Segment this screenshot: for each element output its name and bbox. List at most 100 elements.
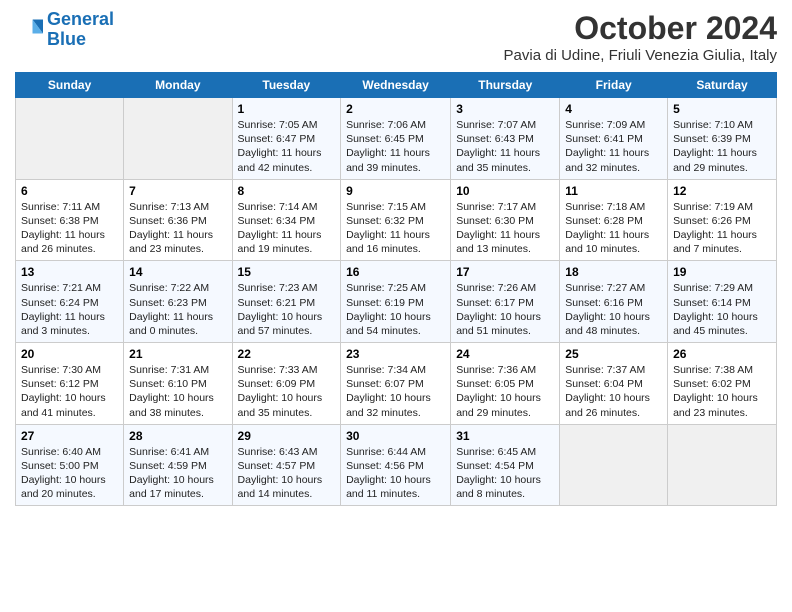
calendar-week-row: 6 Sunrise: 7:11 AM Sunset: 6:38 PM Daylig… — [16, 179, 777, 261]
month-title: October 2024 — [504, 10, 777, 47]
calendar-cell: 24 Sunrise: 7:36 AM Sunset: 6:05 PM Dayli… — [451, 343, 560, 425]
day-number: 6 — [21, 184, 118, 198]
weekday-header: Friday — [560, 73, 668, 98]
day-number: 28 — [129, 429, 226, 443]
cell-details: Sunrise: 7:30 AM Sunset: 6:12 PM Dayligh… — [21, 363, 118, 420]
day-number: 13 — [21, 265, 118, 279]
logo-general: General — [47, 9, 114, 29]
cell-details: Sunrise: 7:17 AM Sunset: 6:30 PM Dayligh… — [456, 200, 554, 257]
day-number: 23 — [346, 347, 445, 361]
day-number: 22 — [238, 347, 336, 361]
calendar-cell: 21Sunrise: 7:31 AM Sunset: 6:10 PM Dayli… — [124, 343, 232, 425]
calendar-cell: 12 Sunrise: 7:19 AM Sunset: 6:26 PM Dayli… — [668, 179, 777, 261]
cell-details: Sunrise: 7:22 AM Sunset: 6:23 PM Dayligh… — [129, 281, 226, 338]
calendar-cell: 31 Sunrise: 6:45 AM Sunset: 4:54 PM Dayli… — [451, 424, 560, 506]
calendar-cell: 28 Sunrise: 6:41 AM Sunset: 4:59 PM Dayli… — [124, 424, 232, 506]
calendar-cell: 15Sunrise: 7:23 AM Sunset: 6:21 PM Dayli… — [232, 261, 341, 343]
title-block: October 2024 Pavia di Udine, Friuli Vene… — [504, 10, 777, 64]
cell-details: Sunrise: 7:26 AM Sunset: 6:17 PM Dayligh… — [456, 281, 554, 338]
cell-details: Sunrise: 7:07 AM Sunset: 6:43 PM Dayligh… — [456, 118, 554, 175]
day-number: 29 — [238, 429, 336, 443]
calendar-cell: 1 Sunrise: 7:05 AM Sunset: 6:47 PM Daylig… — [232, 98, 341, 180]
location: Pavia di Udine, Friuli Venezia Giulia, I… — [504, 47, 777, 64]
calendar-cell: 10 Sunrise: 7:17 AM Sunset: 6:30 PM Dayli… — [451, 179, 560, 261]
calendar-cell — [124, 98, 232, 180]
cell-details: Sunrise: 7:34 AM Sunset: 6:07 PM Dayligh… — [346, 363, 445, 420]
cell-details: Sunrise: 7:19 AM Sunset: 6:26 PM Dayligh… — [673, 200, 771, 257]
calendar-cell: 29 Sunrise: 6:43 AM Sunset: 4:57 PM Dayli… — [232, 424, 341, 506]
calendar-cell: 8Sunrise: 7:14 AM Sunset: 6:34 PM Daylig… — [232, 179, 341, 261]
day-number: 31 — [456, 429, 554, 443]
day-number: 26 — [673, 347, 771, 361]
day-number: 17 — [456, 265, 554, 279]
calendar-cell: 6 Sunrise: 7:11 AM Sunset: 6:38 PM Daylig… — [16, 179, 124, 261]
day-number: 7 — [129, 184, 226, 198]
weekday-header: Saturday — [668, 73, 777, 98]
day-number: 21 — [129, 347, 226, 361]
day-number: 27 — [21, 429, 118, 443]
cell-details: Sunrise: 7:18 AM Sunset: 6:28 PM Dayligh… — [565, 200, 662, 257]
cell-details: Sunrise: 7:25 AM Sunset: 6:19 PM Dayligh… — [346, 281, 445, 338]
day-number: 10 — [456, 184, 554, 198]
day-number: 24 — [456, 347, 554, 361]
cell-details: Sunrise: 7:23 AM Sunset: 6:21 PM Dayligh… — [238, 281, 336, 338]
calendar-cell — [16, 98, 124, 180]
calendar-cell: 26 Sunrise: 7:38 AM Sunset: 6:02 PM Dayli… — [668, 343, 777, 425]
calendar-cell: 9 Sunrise: 7:15 AM Sunset: 6:32 PM Daylig… — [341, 179, 451, 261]
day-number: 18 — [565, 265, 662, 279]
cell-details: Sunrise: 7:37 AM Sunset: 6:04 PM Dayligh… — [565, 363, 662, 420]
calendar-cell: 30 Sunrise: 6:44 AM Sunset: 4:56 PM Dayli… — [341, 424, 451, 506]
calendar-cell: 18 Sunrise: 7:27 AM Sunset: 6:16 PM Dayli… — [560, 261, 668, 343]
day-number: 8 — [238, 184, 336, 198]
day-number: 12 — [673, 184, 771, 198]
cell-details: Sunrise: 7:38 AM Sunset: 6:02 PM Dayligh… — [673, 363, 771, 420]
cell-details: Sunrise: 7:21 AM Sunset: 6:24 PM Dayligh… — [21, 281, 118, 338]
calendar-week-row: 1 Sunrise: 7:05 AM Sunset: 6:47 PM Daylig… — [16, 98, 777, 180]
day-number: 1 — [238, 102, 336, 116]
weekday-header: Tuesday — [232, 73, 341, 98]
logo-blue: Blue — [47, 29, 86, 49]
weekday-header: Sunday — [16, 73, 124, 98]
day-number: 30 — [346, 429, 445, 443]
day-number: 3 — [456, 102, 554, 116]
day-number: 16 — [346, 265, 445, 279]
cell-details: Sunrise: 6:43 AM Sunset: 4:57 PM Dayligh… — [238, 445, 336, 502]
cell-details: Sunrise: 7:36 AM Sunset: 6:05 PM Dayligh… — [456, 363, 554, 420]
calendar-week-row: 27Sunrise: 6:40 AM Sunset: 5:00 PM Dayli… — [16, 424, 777, 506]
cell-details: Sunrise: 7:29 AM Sunset: 6:14 PM Dayligh… — [673, 281, 771, 338]
logo-icon — [15, 16, 43, 44]
calendar-cell: 19Sunrise: 7:29 AM Sunset: 6:14 PM Dayli… — [668, 261, 777, 343]
calendar-cell: 5 Sunrise: 7:10 AM Sunset: 6:39 PM Daylig… — [668, 98, 777, 180]
calendar-cell: 11Sunrise: 7:18 AM Sunset: 6:28 PM Dayli… — [560, 179, 668, 261]
cell-details: Sunrise: 7:15 AM Sunset: 6:32 PM Dayligh… — [346, 200, 445, 257]
day-number: 5 — [673, 102, 771, 116]
calendar-cell: 13 Sunrise: 7:21 AM Sunset: 6:24 PM Dayli… — [16, 261, 124, 343]
cell-details: Sunrise: 6:41 AM Sunset: 4:59 PM Dayligh… — [129, 445, 226, 502]
weekday-header-row: SundayMondayTuesdayWednesdayThursdayFrid… — [16, 73, 777, 98]
cell-details: Sunrise: 7:10 AM Sunset: 6:39 PM Dayligh… — [673, 118, 771, 175]
calendar-cell: 14 Sunrise: 7:22 AM Sunset: 6:23 PM Dayli… — [124, 261, 232, 343]
day-number: 14 — [129, 265, 226, 279]
calendar-week-row: 20Sunrise: 7:30 AM Sunset: 6:12 PM Dayli… — [16, 343, 777, 425]
calendar-cell: 22Sunrise: 7:33 AM Sunset: 6:09 PM Dayli… — [232, 343, 341, 425]
calendar-cell: 23 Sunrise: 7:34 AM Sunset: 6:07 PM Dayli… — [341, 343, 451, 425]
day-number: 9 — [346, 184, 445, 198]
calendar-week-row: 13 Sunrise: 7:21 AM Sunset: 6:24 PM Dayli… — [16, 261, 777, 343]
cell-details: Sunrise: 7:11 AM Sunset: 6:38 PM Dayligh… — [21, 200, 118, 257]
logo: General Blue — [15, 10, 114, 50]
cell-details: Sunrise: 7:05 AM Sunset: 6:47 PM Dayligh… — [238, 118, 336, 175]
cell-details: Sunrise: 7:13 AM Sunset: 6:36 PM Dayligh… — [129, 200, 226, 257]
cell-details: Sunrise: 7:06 AM Sunset: 6:45 PM Dayligh… — [346, 118, 445, 175]
cell-details: Sunrise: 7:09 AM Sunset: 6:41 PM Dayligh… — [565, 118, 662, 175]
cell-details: Sunrise: 6:45 AM Sunset: 4:54 PM Dayligh… — [456, 445, 554, 502]
cell-details: Sunrise: 7:27 AM Sunset: 6:16 PM Dayligh… — [565, 281, 662, 338]
calendar-cell: 7 Sunrise: 7:13 AM Sunset: 6:36 PM Daylig… — [124, 179, 232, 261]
calendar-cell: 20Sunrise: 7:30 AM Sunset: 6:12 PM Dayli… — [16, 343, 124, 425]
calendar-cell: 4Sunrise: 7:09 AM Sunset: 6:41 PM Daylig… — [560, 98, 668, 180]
day-number: 25 — [565, 347, 662, 361]
calendar-cell: 25 Sunrise: 7:37 AM Sunset: 6:04 PM Dayli… — [560, 343, 668, 425]
weekday-header: Thursday — [451, 73, 560, 98]
cell-details: Sunrise: 6:44 AM Sunset: 4:56 PM Dayligh… — [346, 445, 445, 502]
calendar-cell: 27Sunrise: 6:40 AM Sunset: 5:00 PM Dayli… — [16, 424, 124, 506]
calendar-cell: 3 Sunrise: 7:07 AM Sunset: 6:43 PM Daylig… — [451, 98, 560, 180]
